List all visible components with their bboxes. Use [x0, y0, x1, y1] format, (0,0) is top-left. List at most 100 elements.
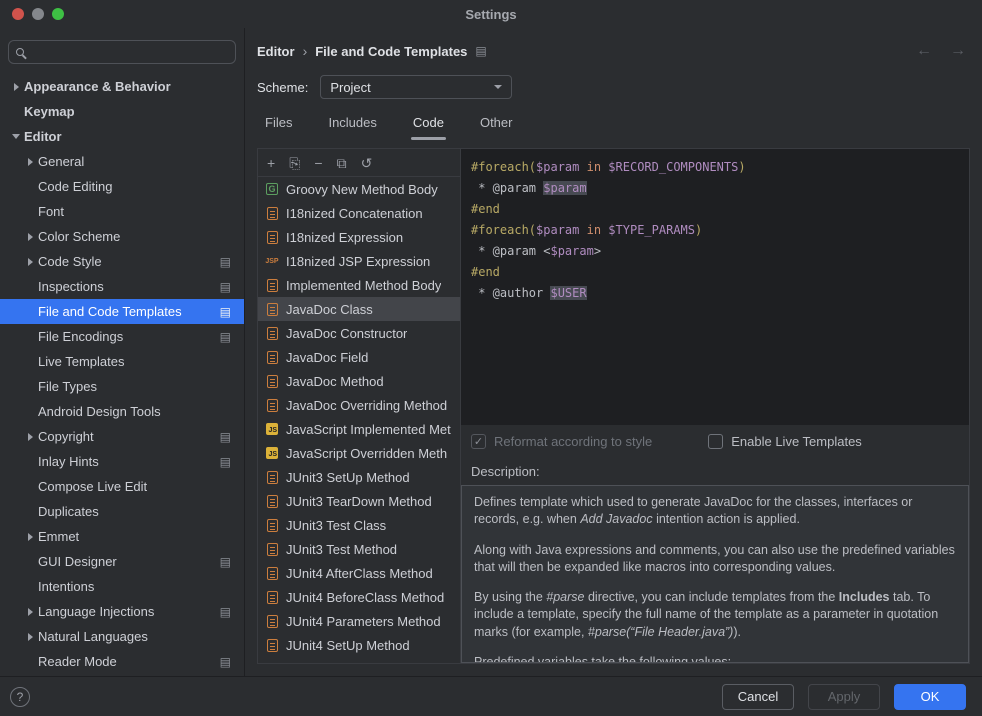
reset-template-button[interactable]: ↺: [361, 156, 373, 170]
sidebar-item-label: Android Design Tools: [38, 404, 161, 419]
sidebar-item-inspections[interactable]: Inspections ▤: [0, 274, 244, 299]
scheme-select[interactable]: Project: [320, 75, 512, 99]
sidebar-item-file-and-code-templates[interactable]: File and Code Templates ▤: [0, 299, 244, 324]
template-icon: [267, 231, 278, 244]
list-item[interactable]: JUnit4 Parameters Method: [258, 609, 460, 633]
chevron-right-icon[interactable]: [14, 83, 19, 91]
create-child-template-button[interactable]: ⎘: [289, 156, 300, 170]
sidebar-item-live-templates[interactable]: Live Templates: [0, 349, 244, 374]
list-item-label: JavaDoc Class: [286, 302, 373, 317]
back-button[interactable]: ←: [916, 43, 932, 59]
sidebar-item-file-encodings[interactable]: File Encodings ▤: [0, 324, 244, 349]
reformat-checkbox[interactable]: [471, 434, 486, 449]
apply-button[interactable]: Apply: [808, 684, 880, 710]
template-code-editor[interactable]: #foreach($param in $RECORD_COMPONENTS) *…: [461, 149, 969, 425]
chevron-down-icon[interactable]: [12, 134, 20, 139]
chevron-right-icon[interactable]: [28, 158, 33, 166]
list-item-label: I18nized JSP Expression: [286, 254, 430, 269]
settings-search[interactable]: [8, 40, 236, 64]
list-item[interactable]: JUnit3 TearDown Method: [258, 489, 460, 513]
list-item[interactable]: I18nized Expression: [258, 225, 460, 249]
live-templates-checkbox-group[interactable]: Enable Live Templates: [708, 434, 862, 449]
list-item[interactable]: Implemented Method Body: [258, 273, 460, 297]
template-icon: [267, 351, 278, 364]
remove-template-button[interactable]: −: [314, 156, 322, 170]
sidebar-item-android-design-tools[interactable]: Android Design Tools: [0, 399, 244, 424]
tab-files[interactable]: Files: [263, 115, 294, 140]
template-icon: [267, 639, 278, 652]
jsp-icon: JSP: [265, 258, 278, 265]
sidebar-item-code-style[interactable]: Code Style ▤: [0, 249, 244, 274]
list-item[interactable]: JavaDoc Field: [258, 345, 460, 369]
close-window-button[interactable]: [12, 8, 24, 20]
sidebar-item-font[interactable]: Font: [0, 199, 244, 224]
forward-button[interactable]: →: [950, 43, 966, 59]
list-item[interactable]: I18nized Concatenation: [258, 201, 460, 225]
sidebar-item-label: File and Code Templates: [38, 304, 182, 319]
list-item[interactable]: JavaDoc Overriding Method: [258, 393, 460, 417]
sidebar-item-language-injections[interactable]: Language Injections ▤: [0, 599, 244, 624]
sidebar-item-reader-mode[interactable]: Reader Mode ▤: [0, 649, 244, 674]
code-line: #end: [471, 262, 959, 283]
enable-live-templates-checkbox[interactable]: [708, 434, 723, 449]
sidebar-item-label: Inspections: [38, 279, 104, 294]
breadcrumb-separator: ›: [303, 43, 308, 59]
tab-includes[interactable]: Includes: [326, 115, 378, 140]
copy-template-button[interactable]: ⧉: [337, 156, 347, 170]
chevron-right-icon[interactable]: [28, 533, 33, 541]
sidebar-item-appearance-behavior[interactable]: Appearance & Behavior: [0, 74, 244, 99]
list-item[interactable]: JavaDoc Method: [258, 369, 460, 393]
sidebar-item-color-scheme[interactable]: Color Scheme: [0, 224, 244, 249]
list-item[interactable]: JavaDoc Constructor: [258, 321, 460, 345]
zoom-window-button[interactable]: [52, 8, 64, 20]
sidebar-item-keymap[interactable]: Keymap: [0, 99, 244, 124]
chevron-right-icon[interactable]: [28, 433, 33, 441]
description-paragraph: Defines template which used to generate …: [474, 494, 956, 529]
sidebar-item-copyright[interactable]: Copyright ▤: [0, 424, 244, 449]
list-item[interactable]: JUnit4 AfterClass Method: [258, 561, 460, 585]
list-item-label: JUnit4 SetUp Method: [286, 638, 410, 653]
list-item-javadoc-class[interactable]: JavaDoc Class: [258, 297, 460, 321]
settings-window: Settings Appearance & Behavior Keymap: [0, 0, 982, 716]
tab-code[interactable]: Code: [411, 115, 446, 140]
sidebar-item-code-editing[interactable]: Code Editing: [0, 174, 244, 199]
breadcrumb-editor[interactable]: Editor: [257, 44, 295, 59]
cancel-button[interactable]: Cancel: [722, 684, 794, 710]
sidebar-item-file-types[interactable]: File Types: [0, 374, 244, 399]
sidebar-item-inlay-hints[interactable]: Inlay Hints ▤: [0, 449, 244, 474]
reformat-checkbox-group[interactable]: Reformat according to style: [471, 434, 652, 449]
chevron-right-icon[interactable]: [28, 608, 33, 616]
search-input[interactable]: [32, 45, 228, 59]
list-item[interactable]: JS JavaScript Overridden Meth: [258, 441, 460, 465]
chevron-right-icon[interactable]: [28, 258, 33, 266]
help-button[interactable]: ?: [10, 687, 30, 707]
settings-content: Editor › File and Code Templates ▤ ← → S…: [245, 28, 982, 676]
sidebar-item-compose-live-edit[interactable]: Compose Live Edit: [0, 474, 244, 499]
list-item[interactable]: JUnit4 SetUp Method: [258, 633, 460, 657]
list-item[interactable]: JUnit3 SetUp Method: [258, 465, 460, 489]
ok-button[interactable]: OK: [894, 684, 966, 710]
sidebar-item-general[interactable]: General: [0, 149, 244, 174]
minimize-window-button[interactable]: [32, 8, 44, 20]
list-item-label: JUnit3 Test Class: [286, 518, 386, 533]
sidebar-item-intentions[interactable]: Intentions: [0, 574, 244, 599]
sidebar-item-editor[interactable]: Editor: [0, 124, 244, 149]
list-item[interactable]: JSP I18nized JSP Expression: [258, 249, 460, 273]
list-item-label: JavaDoc Overriding Method: [286, 398, 447, 413]
list-item[interactable]: JUnit4 BeforeClass Method: [258, 585, 460, 609]
description-paragraph: Predefined variables take the following …: [474, 654, 956, 663]
tab-other[interactable]: Other: [478, 115, 515, 140]
list-item[interactable]: JUnit3 Test Class: [258, 513, 460, 537]
sidebar-item-emmet[interactable]: Emmet: [0, 524, 244, 549]
list-item[interactable]: G Groovy New Method Body: [258, 177, 460, 201]
chevron-right-icon[interactable]: [28, 233, 33, 241]
sidebar-item-duplicates[interactable]: Duplicates: [0, 499, 244, 524]
chevron-right-icon[interactable]: [28, 633, 33, 641]
sidebar-item-gui-designer[interactable]: GUI Designer ▤: [0, 549, 244, 574]
sidebar-item-natural-languages[interactable]: Natural Languages: [0, 624, 244, 649]
add-template-button[interactable]: +: [267, 156, 275, 170]
list-item[interactable]: JUnit3 Test Method: [258, 537, 460, 561]
titlebar: Settings: [0, 0, 982, 28]
editor-options-row: Reformat according to style Enable Live …: [461, 425, 969, 457]
list-item[interactable]: JS JavaScript Implemented Met: [258, 417, 460, 441]
